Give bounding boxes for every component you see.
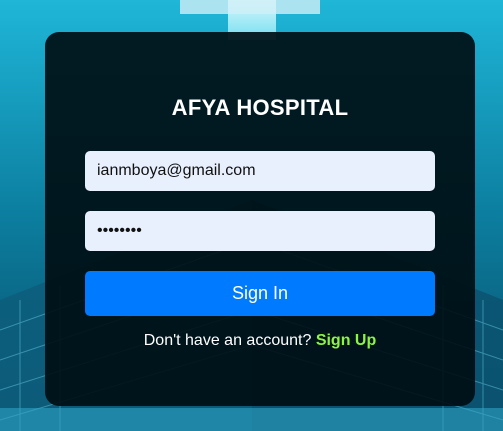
- email-field[interactable]: [85, 151, 435, 191]
- password-field[interactable]: [85, 211, 435, 251]
- app-title: AFYA HOSPITAL: [171, 95, 349, 120]
- signup-prompt: Don't have an account? Sign Up: [45, 332, 475, 350]
- sign-up-link[interactable]: Sign Up: [316, 332, 376, 349]
- signup-prompt-text: Don't have an account?: [143, 332, 312, 349]
- sign-in-button[interactable]: Sign In: [85, 271, 435, 316]
- login-card: AFYA HOSPITAL Sign In Don't have an acco…: [45, 32, 475, 406]
